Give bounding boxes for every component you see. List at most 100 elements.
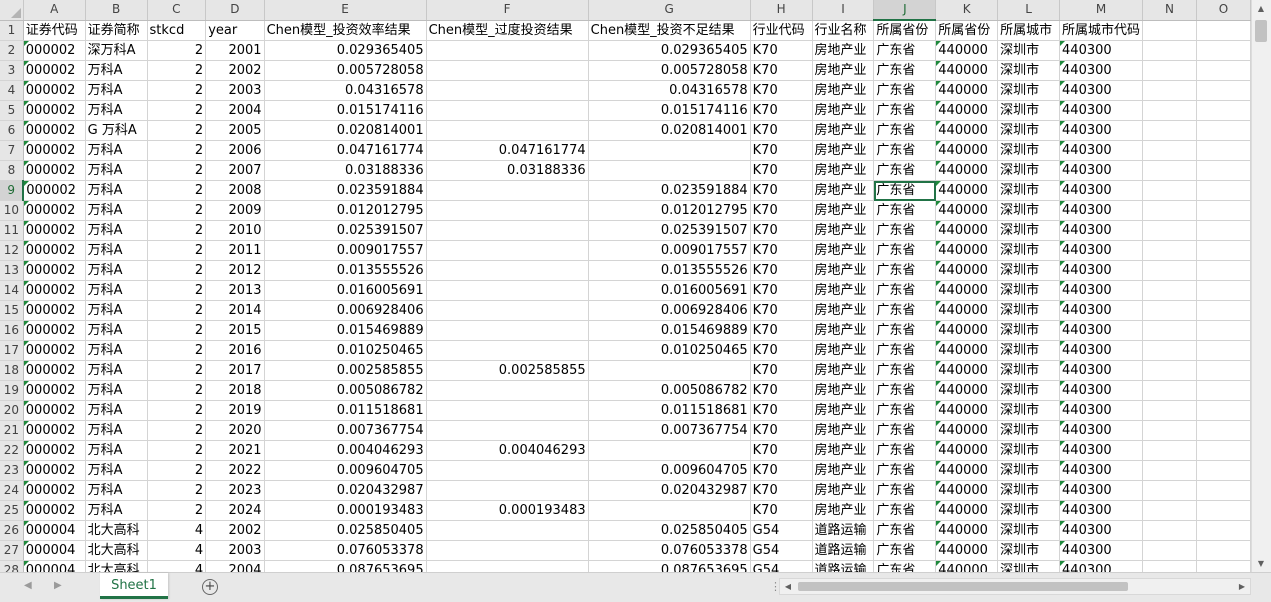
cell-d[interactable]: 2001 bbox=[205, 40, 265, 61]
cell-l[interactable]: 深圳市 bbox=[997, 120, 1061, 141]
cell-f[interactable] bbox=[426, 80, 589, 101]
cell-j[interactable]: 广东省 bbox=[873, 400, 937, 421]
cell-b[interactable]: 万科A bbox=[85, 60, 148, 81]
cell-d[interactable]: 2011 bbox=[205, 240, 265, 261]
cell-e[interactable]: 0.016005691 bbox=[264, 280, 427, 301]
cell-f[interactable] bbox=[426, 340, 589, 361]
cell-empty[interactable] bbox=[1142, 340, 1197, 361]
cell-empty[interactable] bbox=[1196, 20, 1251, 41]
cell-empty[interactable] bbox=[1142, 120, 1197, 141]
row-header[interactable]: 28 bbox=[0, 560, 24, 572]
cell-e[interactable]: 0.004046293 bbox=[264, 440, 427, 461]
cell-empty[interactable] bbox=[1142, 300, 1197, 321]
cell-k[interactable]: 所属省份 bbox=[935, 20, 999, 41]
column-header-f[interactable]: F bbox=[426, 0, 589, 21]
cell-a[interactable]: 000002 bbox=[23, 120, 86, 141]
cell-c[interactable]: 2 bbox=[147, 440, 207, 461]
cell-j[interactable]: 广东省 bbox=[873, 100, 937, 121]
cell-h[interactable]: K70 bbox=[750, 220, 813, 241]
cell-h[interactable]: K70 bbox=[750, 160, 813, 181]
cell-h[interactable]: K70 bbox=[750, 240, 813, 261]
cell-d[interactable]: 2006 bbox=[205, 140, 265, 161]
cell-i[interactable]: 房地产业 bbox=[812, 220, 875, 241]
cell-empty[interactable] bbox=[1196, 520, 1251, 541]
cell-m[interactable]: 所属城市代码 bbox=[1059, 20, 1144, 41]
cell-d[interactable]: 2018 bbox=[205, 380, 265, 401]
cell-c[interactable]: 4 bbox=[147, 540, 207, 561]
cell-i[interactable]: 房地产业 bbox=[812, 260, 875, 281]
cell-d[interactable]: 2009 bbox=[205, 200, 265, 221]
cell-j[interactable]: 广东省 bbox=[873, 480, 937, 501]
cell-g[interactable]: 0.020814001 bbox=[588, 120, 751, 141]
cell-d[interactable]: 2002 bbox=[205, 60, 265, 81]
cell-i[interactable]: 房地产业 bbox=[812, 360, 875, 381]
cell-k[interactable]: 440000 bbox=[935, 40, 999, 61]
cell-d[interactable]: 2015 bbox=[205, 320, 265, 341]
row-header[interactable]: 11 bbox=[0, 220, 24, 241]
cell-c[interactable]: 2 bbox=[147, 320, 207, 341]
cell-f[interactable]: 0.000193483 bbox=[426, 500, 589, 521]
cell-e[interactable]: 0.011518681 bbox=[264, 400, 427, 421]
cell-m[interactable]: 440300 bbox=[1059, 120, 1144, 141]
cell-j[interactable]: 广东省 bbox=[873, 540, 937, 561]
cell-i[interactable]: 房地产业 bbox=[812, 440, 875, 461]
row-header[interactable]: 2 bbox=[0, 40, 24, 61]
cell-e[interactable]: 0.000193483 bbox=[264, 500, 427, 521]
cell-i[interactable]: 道路运输 bbox=[812, 540, 875, 561]
cell-d[interactable]: 2003 bbox=[205, 80, 265, 101]
cell-h[interactable]: K70 bbox=[750, 460, 813, 481]
cell-m[interactable]: 440300 bbox=[1059, 520, 1144, 541]
cell-h[interactable]: K70 bbox=[750, 280, 813, 301]
row-header[interactable]: 14 bbox=[0, 280, 24, 301]
row-header[interactable]: 21 bbox=[0, 420, 24, 441]
cell-m[interactable]: 440300 bbox=[1059, 280, 1144, 301]
cell-h[interactable]: K70 bbox=[750, 320, 813, 341]
cell-g[interactable]: 0.009017557 bbox=[588, 240, 751, 261]
cell-h[interactable]: K70 bbox=[750, 340, 813, 361]
cell-h[interactable]: K70 bbox=[750, 80, 813, 101]
cell-f[interactable]: Chen模型_过度投资结果 bbox=[426, 20, 589, 41]
column-header-h[interactable]: H bbox=[750, 0, 813, 21]
cell-i[interactable]: 房地产业 bbox=[812, 100, 875, 121]
cell-e[interactable]: 0.025391507 bbox=[264, 220, 427, 241]
cell-empty[interactable] bbox=[1142, 60, 1197, 81]
cell-l[interactable]: 深圳市 bbox=[997, 520, 1061, 541]
cell-j[interactable]: 广东省 bbox=[873, 440, 937, 461]
cell-e[interactable]: 0.005086782 bbox=[264, 380, 427, 401]
cell-a[interactable]: 000002 bbox=[23, 500, 86, 521]
cell-e[interactable]: 0.025850405 bbox=[264, 520, 427, 541]
cell-m[interactable]: 440300 bbox=[1059, 420, 1144, 441]
cell-m[interactable]: 440300 bbox=[1059, 140, 1144, 161]
cell-a[interactable]: 000002 bbox=[23, 80, 86, 101]
cell-j[interactable]: 广东省 bbox=[873, 460, 937, 481]
cell-j[interactable]: 广东省 bbox=[873, 60, 937, 81]
cell-k[interactable]: 440000 bbox=[935, 180, 999, 201]
cell-c[interactable]: 2 bbox=[147, 260, 207, 281]
row-header[interactable]: 1 bbox=[0, 20, 24, 41]
cell-b[interactable]: 万科A bbox=[85, 200, 148, 221]
cell-k[interactable]: 440000 bbox=[935, 60, 999, 81]
cell-e[interactable]: 0.015174116 bbox=[264, 100, 427, 121]
scroll-right-arrow-icon[interactable]: ▶ bbox=[1234, 579, 1250, 594]
column-header-k[interactable]: K bbox=[935, 0, 999, 21]
cell-b[interactable]: 万科A bbox=[85, 420, 148, 441]
cell-c[interactable]: stkcd bbox=[147, 20, 207, 41]
cell-l[interactable]: 深圳市 bbox=[997, 280, 1061, 301]
cell-j[interactable]: 广东省 bbox=[873, 220, 937, 241]
cell-c[interactable]: 2 bbox=[147, 280, 207, 301]
cell-e[interactable]: 0.087653695 bbox=[264, 560, 427, 572]
cell-c[interactable]: 2 bbox=[147, 100, 207, 121]
cell-f[interactable] bbox=[426, 220, 589, 241]
cell-h[interactable]: K70 bbox=[750, 140, 813, 161]
cell-e[interactable]: 0.007367754 bbox=[264, 420, 427, 441]
cell-g[interactable]: 0.087653695 bbox=[588, 560, 751, 572]
cell-e[interactable]: 0.002585855 bbox=[264, 360, 427, 381]
row-header[interactable]: 19 bbox=[0, 380, 24, 401]
cell-h[interactable]: K70 bbox=[750, 380, 813, 401]
cell-m[interactable]: 440300 bbox=[1059, 360, 1144, 381]
column-header-g[interactable]: G bbox=[588, 0, 751, 21]
cell-l[interactable]: 深圳市 bbox=[997, 160, 1061, 181]
cell-e[interactable]: 0.04316578 bbox=[264, 80, 427, 101]
cell-empty[interactable] bbox=[1196, 300, 1251, 321]
cell-i[interactable]: 房地产业 bbox=[812, 380, 875, 401]
